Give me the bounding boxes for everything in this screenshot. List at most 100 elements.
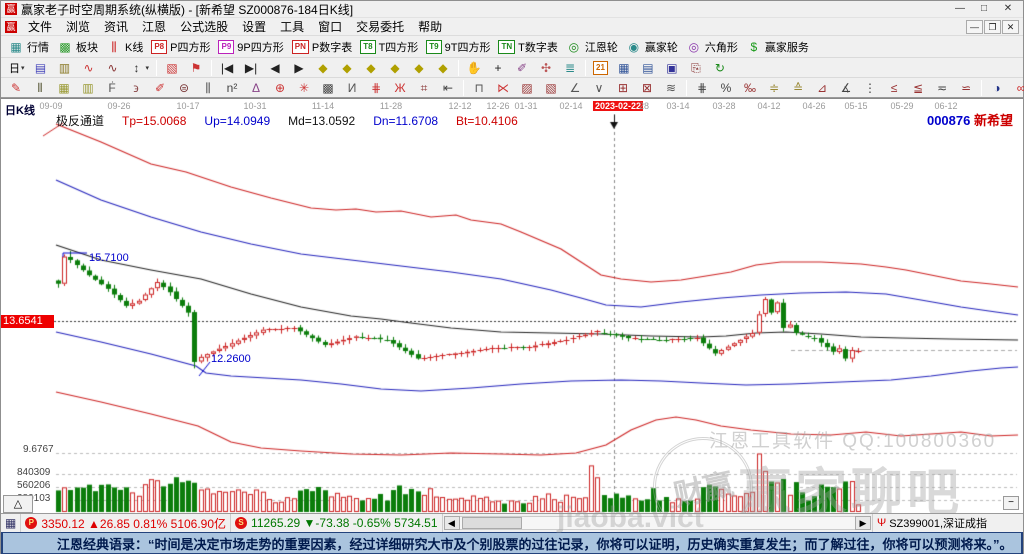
waves-button[interactable]: ≋ [659,79,683,97]
wedge-tool-button[interactable]: ⊿ [810,79,834,97]
menu-8[interactable]: 窗口 [311,17,349,36]
pan-hand-button[interactable]: ✋ [462,59,486,77]
grid-lines-button[interactable]: ⫴ [28,79,52,97]
chart-style-button[interactable]: ▤ [29,59,53,77]
fib-levels-button[interactable]: Ḟ [100,79,124,97]
span-tool-button[interactable]: ⇤ [436,79,460,97]
volume-pane-toggle-button[interactable]: △ [3,495,33,513]
quotes-button[interactable]: ▦行情 [4,38,53,56]
menu-6[interactable]: 设置 [235,17,273,36]
t-number-table-button[interactable]: TNT数字表 [494,38,561,56]
mdi-close-button[interactable]: ✕ [1002,20,1019,34]
scroll-right-button[interactable]: ▶ [855,516,871,530]
crosshair-button[interactable]: + [486,59,510,77]
menu-2[interactable]: 浏览 [59,17,97,36]
maximize-button[interactable]: □ [973,2,995,16]
box-tool-button[interactable]: ⊓ [467,79,491,97]
percent-tool-button[interactable]: % [714,79,738,97]
p-number-table-button[interactable]: PNP数字表 [288,38,356,56]
approx-tool-button[interactable]: ≂ [930,79,954,97]
diamond-tool-5-button[interactable]: ◆ [407,59,431,77]
wave-mark-button[interactable]: И [340,79,364,97]
first-bar-button[interactable]: |◀ [215,59,239,77]
cross-box-button[interactable]: ⊠ [635,79,659,97]
app-menu-icon[interactable]: 赢 [5,21,17,33]
menu-9[interactable]: 交易委托 [349,17,411,36]
shade-box-button[interactable]: ▩ [316,79,340,97]
lte-tool-button[interactable]: ≤ [882,79,906,97]
flag-tool-button[interactable]: ⚑ [184,59,208,77]
shenzhen-index-cell[interactable]: S 11265.29 ▼-73.38 -0.65% 5734.51 [231,514,442,532]
diamond-tool-4-button[interactable]: ◆ [383,59,407,77]
report-button[interactable]: ▤ [636,59,660,77]
gann-grid-1-button[interactable]: ▦ [52,79,76,97]
close-button[interactable]: ✕ [997,2,1019,16]
sectors-button[interactable]: ▩板块 [53,38,102,56]
draw-pointer-button[interactable]: ✐ [510,59,534,77]
angle-line-button[interactable]: ∠ [563,79,587,97]
p9-square-button[interactable]: P99P四方形 [214,38,287,56]
pen-tool-button[interactable]: ✎ [4,79,28,97]
angle-pen-button[interactable]: ✐ [148,79,172,97]
diamond-tool-2-button[interactable]: ◆ [335,59,359,77]
wave-tool-2-button[interactable]: ∿ [101,59,125,77]
prev-bar-button[interactable]: ◀ [263,59,287,77]
scroll-left-button[interactable]: ◀ [444,516,460,530]
t9-square-button[interactable]: T99T四方形 [422,38,494,56]
minimize-button[interactable]: — [949,2,971,16]
vee-line-button[interactable]: ∨ [587,79,611,97]
menu-7[interactable]: 工具 [273,17,311,36]
menu-10[interactable]: 帮助 [411,17,449,36]
active-index-cell[interactable]: Ψ SZ399001,深证成指 [873,514,1023,532]
target-tool-button[interactable]: ⊕ [268,79,292,97]
calendar-button[interactable]: 21 [589,59,612,77]
scrollbar-thumb[interactable] [462,517,522,529]
gann-grid-2-button[interactable]: ▥ [76,79,100,97]
kline-color-button[interactable]: ▧ [160,59,184,77]
triangle-tool-button[interactable]: Δ [244,79,268,97]
kline-button[interactable]: ⫼K线 [102,38,147,56]
yinyang-button[interactable]: ◑ [985,79,1009,97]
bars-tool-button[interactable]: ⫼ [196,79,220,97]
prec-tool-button[interactable]: ⋍ [954,79,978,97]
menu-4[interactable]: 江恩 [135,17,173,36]
equal-2-button[interactable]: ≙ [786,79,810,97]
gann-fan-2-button[interactable]: Ж [388,79,412,97]
steps-tool-button[interactable]: ⋮ [858,79,882,97]
shanghai-index-cell[interactable]: P 3350.12 ▲26.85 0.81% 5106.90亿 [21,514,231,532]
grid-box-button[interactable]: ⊞ [611,79,635,97]
grid-view-cell[interactable]: ▦ [1,514,21,532]
lines-panel-button[interactable]: ≣ [558,59,582,77]
scrollbar-track[interactable] [460,516,855,530]
refresh-button[interactable]: ↻ [708,59,732,77]
t-square-button[interactable]: T8T四方形 [356,38,422,56]
ratio-lines-button[interactable]: ⋕ [690,79,714,97]
save-button[interactable]: ▣ [660,59,684,77]
spiral-button[interactable]: ϶ [124,79,148,97]
tools-box-button[interactable]: ✣ [534,59,558,77]
diamond-tool-6-button[interactable]: ◆ [431,59,455,77]
rays-tool-button[interactable]: ⋉ [491,79,515,97]
calculator-button[interactable]: ▦ [612,59,636,77]
menu-5[interactable]: 公式选股 [173,17,235,36]
winner-wheel-button[interactable]: ◉赢家轮 [622,38,682,56]
equal-1-button[interactable]: ≑ [762,79,786,97]
gann-wheel-button[interactable]: ◎江恩轮 [562,38,622,56]
circle-tool-button[interactable]: ⊜ [172,79,196,97]
hatch-2-button[interactable]: ▧ [539,79,563,97]
star-tool-button[interactable]: ✳ [292,79,316,97]
info-panel-button[interactable]: ▥ [53,59,77,77]
scale-updown-button[interactable]: ↕▾ [125,59,154,77]
menu-3[interactable]: 资讯 [97,17,135,36]
hatch-1-button[interactable]: ▨ [515,79,539,97]
diamond-tool-1-button[interactable]: ◆ [311,59,335,77]
p-square-button[interactable]: P8P四方形 [147,38,214,56]
kline-chart-canvas[interactable] [1,114,1019,513]
infinity-button[interactable]: ∞ [1009,79,1024,97]
permille-tool-button[interactable]: ‰ [738,79,762,97]
diamond-tool-3-button[interactable]: ◆ [359,59,383,77]
gann-fan-1-button[interactable]: ⋕ [364,79,388,97]
mdi-minimize-button[interactable]: — [966,20,983,34]
angle-meas-button[interactable]: ∡ [834,79,858,97]
winner-service-button[interactable]: $赢家服务 [742,38,813,56]
